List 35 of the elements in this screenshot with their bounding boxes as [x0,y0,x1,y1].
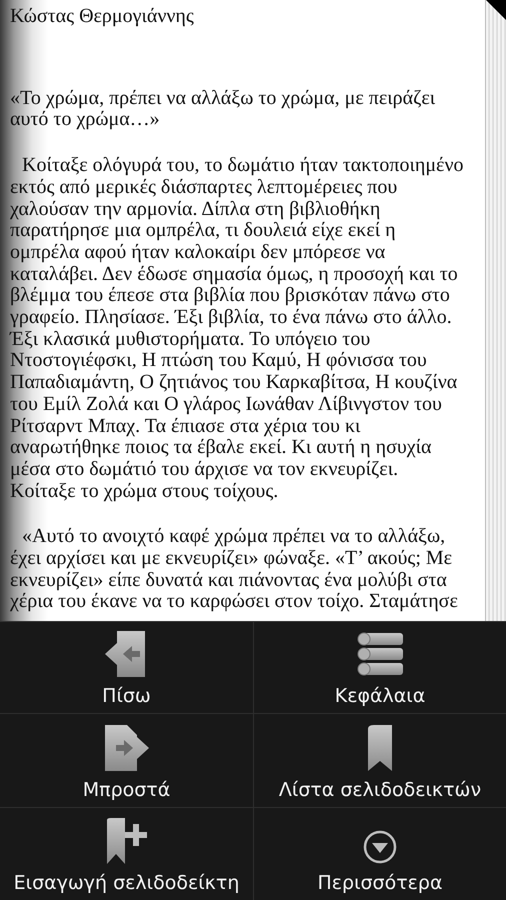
page-arrow-right-icon [104,725,148,771]
text-line: του Εμίλ Ζολά και Ο γλάρος Ιωνάθαν Λίβινγστον του [10,394,443,416]
text-line: καταλάβει. Δεν έδωσε σημασία όμως, η προσοχή και το [10,264,459,286]
text-line: βλέμμα του έπεσε στα βιβλία που βρισκόταν πάνω στο [10,285,451,308]
menu-item[interactable]: Κεφάλαια [253,622,506,714]
bookmark-plus-icon [106,818,146,864]
text-line: αναρωτήθηκε ποιος τα έβαλε εκεί. Κι αυτή η ησυχία [10,437,433,459]
text-line: εκνευρίζει» είπε δυνατά και πιάνοντας ένα μολύβι στα [10,570,448,592]
circle-caret-down-icon [363,830,397,864]
text-line: μέσα στο δωμάτιό του άρχισε να τον εκνευρίζει. [10,458,400,481]
text-line: ομπρέλα αφού ήταν καλοκαίρι δεν μπόρεσε να [10,242,386,264]
text-line: έχει αρχίσει και με εκνευρίζει» φώναξε. «Τ’ ακούς; Με [10,548,454,570]
page-corner-icon [486,0,506,20]
text-line: εκτός από μερικές διάσπαρτες λεπτομέρειες που [10,176,398,199]
menu-item[interactable]: Εισαγωγή σελιδοδείκτη [0,808,253,900]
text-line: «Το χρώμα, πρέπει να αλλάξω το χρώμα, με πειράζει [10,88,436,110]
text-line: Ρίτσαρντ Μπαχ. Τα έπιασε στα χέρια του κι [10,416,362,438]
text-line: Παπαδιαμάντη, Ο ζητιάνος του Καρκαβίτσα, Η κουζίνα [10,372,458,394]
text-line: Κοίταξε το χρώμα στους τοίχους. [10,480,280,502]
menu-item[interactable]: Πίσω [0,622,253,714]
text-line: χαλούσαν την αρμονία. Δίπλα στη βιβλιοθήκη [10,198,382,220]
text-line: αυτό το χρώμα…» [10,109,160,132]
author-name: Κώστας Θερμογιάννης [10,6,195,28]
text-line: παρατήρησε μια ομπρέλα, τι δουλειά είχε εκεί η [10,220,397,242]
text-line: Έξι κλασικά μυθιστορήματα. Το υπόγειο του [10,328,372,350]
text-line: Ντοστογιέφσκι, Η πτώση του Καμύ, Η φόνισσα του [10,350,428,372]
menu-item[interactable]: Λίστα σελιδοδεικτών [253,714,506,808]
text-line: γραφείο. Πλησίασε. Έξι βιβλία, το ένα πάνω στο άλλο. [10,307,453,329]
menu-item[interactable]: Μπροστά [0,714,253,808]
list-icon [357,631,403,677]
text-line: χέρια του έκανε να το καρφώσει στον τοίχο. Σταμάτησε [10,591,459,614]
text-line: Κοίταξε ολόγυρά του, το δωμάτιο ήταν τακτοποιημένο [21,155,464,177]
text-line: «Αυτό το ανοιχτό καφέ χρώμα πρέπει να το αλλάξω, [21,526,446,548]
bookmark-icon [368,725,392,771]
menu-item[interactable]: Περισσότερα [253,808,506,900]
